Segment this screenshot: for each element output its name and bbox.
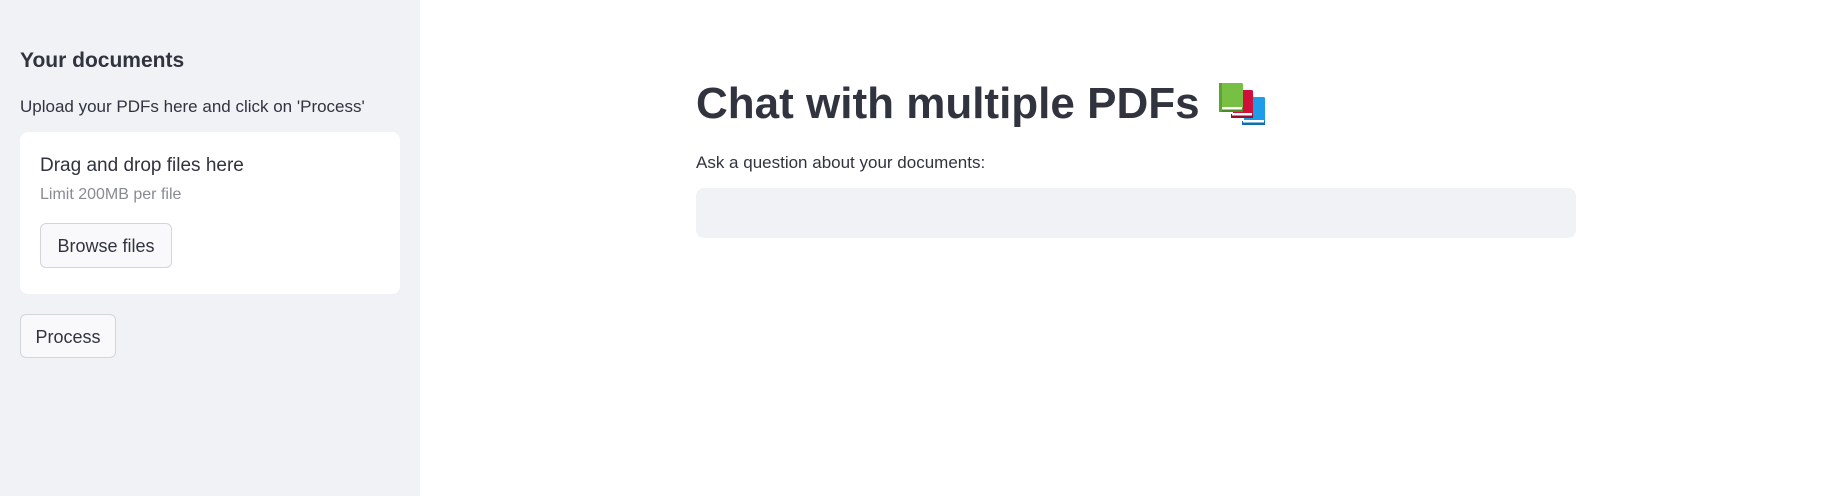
sidebar-heading: Your documents (20, 49, 185, 72)
question-input[interactable] (696, 188, 1576, 238)
sidebar: Your documents Upload your PDFs here and… (0, 0, 420, 496)
process-button[interactable]: Process (20, 314, 116, 358)
question-label: Ask a question about your documents: (696, 153, 986, 172)
books-icon (1218, 81, 1268, 127)
app-root: Your documents Upload your PDFs here and… (0, 0, 1847, 496)
main-content: Chat with multiple PDFs Ask a question a… (696, 76, 1576, 238)
page-title-row: Chat with multiple PDFs (696, 76, 1576, 132)
main-panel: Chat with multiple PDFs Ask a question a… (420, 0, 1847, 496)
dropzone-title: Drag and drop files here (40, 155, 244, 176)
file-dropzone[interactable]: Drag and drop files here Limit 200MB per… (20, 132, 400, 294)
upload-instructions: Upload your PDFs here and click on 'Proc… (20, 97, 365, 116)
page-title: Chat with multiple PDFs (696, 79, 1200, 128)
browse-files-button[interactable]: Browse files (40, 223, 172, 268)
dropzone-limit: Limit 200MB per file (40, 186, 182, 203)
